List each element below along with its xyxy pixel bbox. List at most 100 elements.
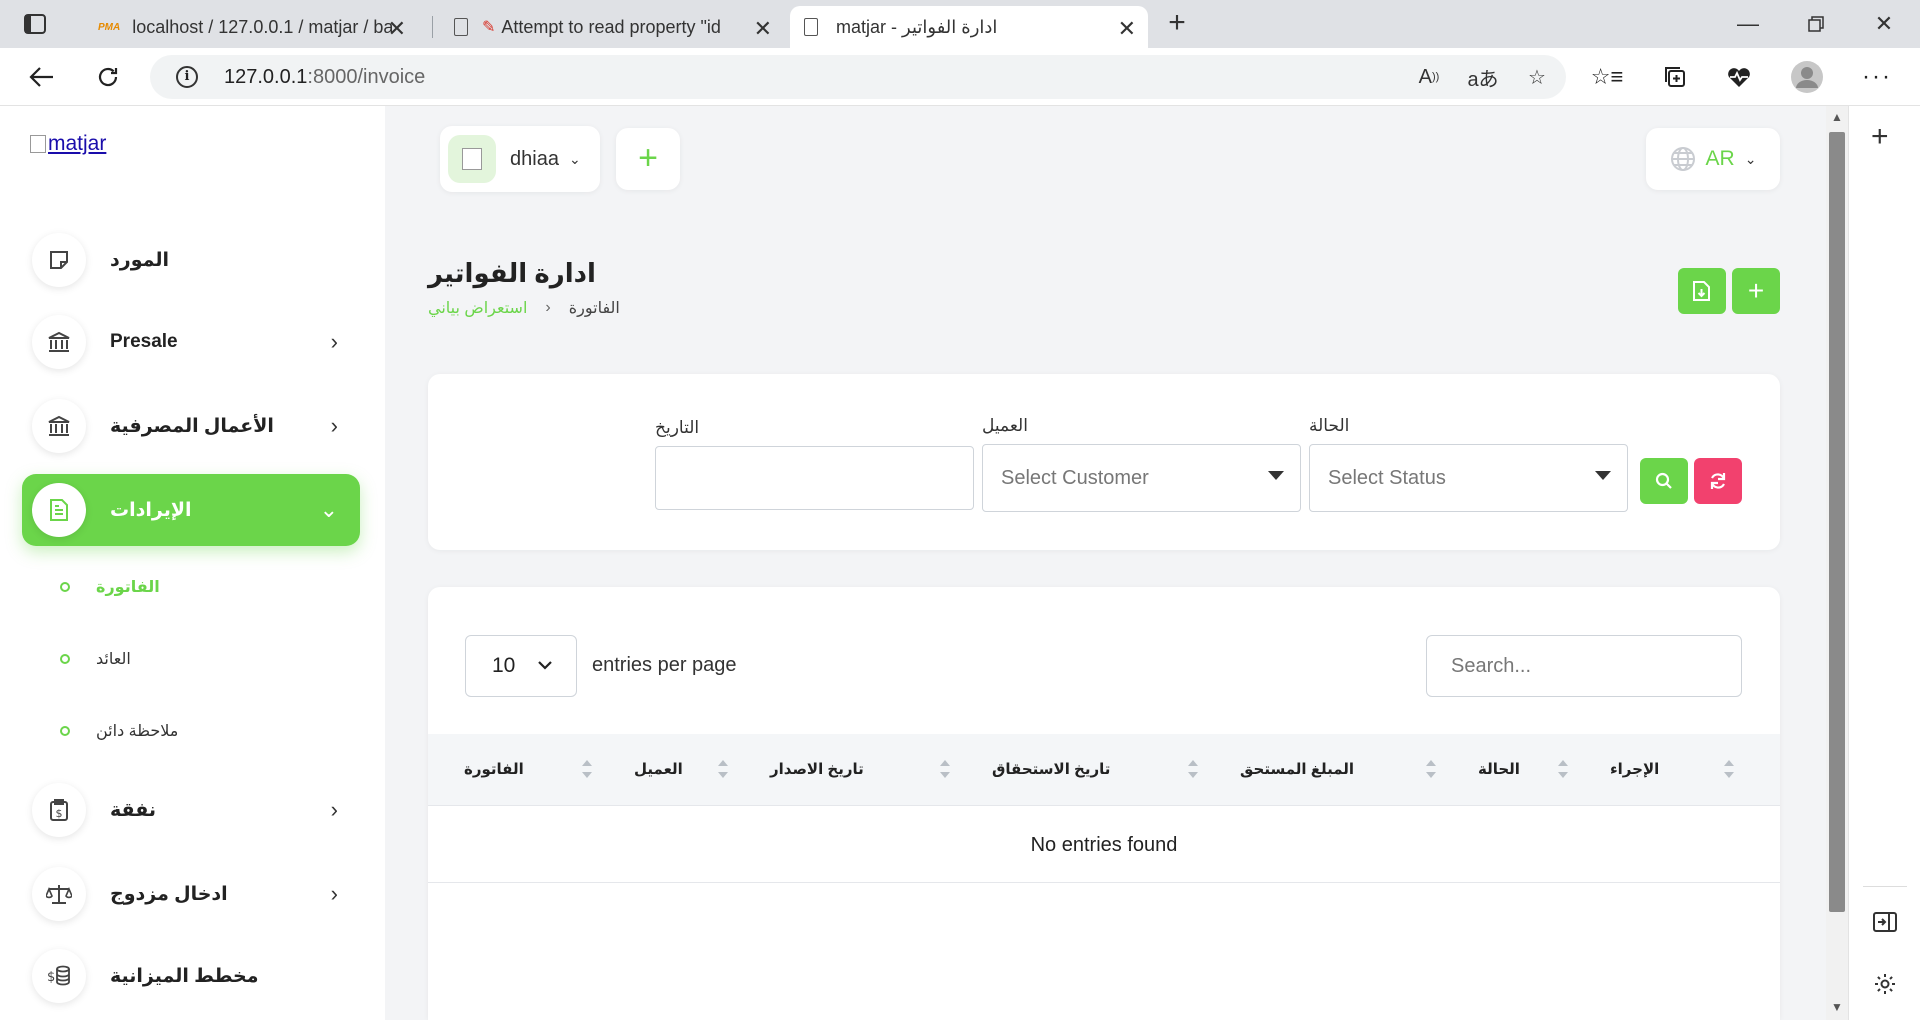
table-search-input[interactable]: Search... [1426, 635, 1742, 697]
sidebar-item-supplier[interactable]: المورد [22, 224, 360, 296]
sort-icon[interactable] [1558, 760, 1568, 782]
favorites-icon[interactable]: ☆≡ [1590, 60, 1624, 94]
chevron-right-icon: › [545, 299, 551, 316]
scroll-down-icon[interactable]: ▼ [1831, 1000, 1843, 1014]
sidebar-item-label: الإيرادات [110, 499, 192, 521]
sidebar-item-double-entry[interactable]: ادخال مزدوج › [22, 858, 360, 930]
status-select-value: Select Status [1328, 466, 1446, 489]
export-button[interactable] [1678, 268, 1726, 314]
column-header-status[interactable]: الحالة [1478, 760, 1520, 778]
translate-icon[interactable]: aあ [1466, 63, 1500, 91]
entries-value: 10 [492, 654, 516, 677]
column-header-amount-due[interactable]: المبلغ المستحق [1240, 760, 1354, 778]
status-select[interactable]: Select Status [1309, 444, 1628, 512]
sidebar-item-budget-plan[interactable]: $ مخطط الميزانية [22, 940, 360, 1012]
page-title: ادارة الفواتير [428, 258, 596, 288]
document-icon [32, 483, 86, 537]
chevron-down-icon: ⌄ [568, 150, 581, 167]
column-header-action[interactable]: الإجراء [1610, 760, 1659, 778]
bank-icon [32, 399, 86, 453]
sort-icon[interactable] [582, 760, 592, 782]
sort-icon[interactable] [940, 760, 950, 782]
avatar [448, 135, 496, 183]
quick-add-button[interactable]: + [616, 128, 680, 190]
language-selector[interactable]: AR ⌄ [1646, 128, 1780, 190]
globe-icon [1670, 147, 1695, 171]
browser-tab-error[interactable]: ✎ Attempt to read property "id ✕ [440, 6, 784, 48]
minimize-icon[interactable]: — [1718, 8, 1778, 40]
language-code: AR [1705, 147, 1735, 170]
reload-icon[interactable] [88, 58, 128, 96]
svg-text:$: $ [47, 970, 55, 985]
user-menu[interactable]: dhiaa ⌄ [440, 126, 600, 192]
sidebar-item-presale[interactable]: Presale › [22, 306, 360, 378]
date-filter-input[interactable] [655, 446, 974, 510]
search-icon [1655, 472, 1672, 489]
chevron-down-icon: ⌄ [319, 497, 338, 522]
chevron-down-icon: ⌄ [1744, 150, 1757, 167]
column-header-issue-date[interactable]: تاريخ الاصدار [770, 760, 864, 778]
column-header-invoice[interactable]: الفاتورة [464, 760, 524, 778]
tab-actions-icon[interactable] [18, 10, 52, 38]
new-tab-button[interactable]: + [1160, 8, 1194, 40]
address-bar[interactable]: i 127.0.0.1:8000/invoice A)) aあ ☆ [150, 55, 1566, 99]
sidebar-subitem-credit-note[interactable]: ملاحظة دائن [60, 716, 178, 746]
health-icon[interactable] [1722, 60, 1756, 94]
sidebar-subitem-return[interactable]: العائد [60, 644, 131, 674]
sidebar-item-label: المورد [110, 249, 169, 271]
sort-icon[interactable] [1426, 760, 1436, 782]
sidebar-item-expense[interactable]: $ نفقة › [22, 774, 360, 846]
search-button[interactable] [1640, 458, 1688, 504]
customer-select[interactable]: Select Customer [982, 444, 1301, 512]
logo[interactable]: matjar [30, 132, 106, 156]
sidebar-subitem-label: ملاحظة دائن [96, 723, 179, 740]
info-icon[interactable]: i [176, 66, 198, 88]
chevron-right-icon: › [330, 797, 338, 822]
collections-icon[interactable] [1658, 60, 1692, 94]
close-icon[interactable]: ✕ [754, 16, 772, 42]
breadcrumb-link-dashboard[interactable]: استعراض بياني [428, 298, 527, 318]
close-icon[interactable]: ✕ [388, 16, 406, 42]
table-empty-row: No entries found [428, 807, 1780, 883]
add-invoice-button[interactable]: + [1732, 268, 1780, 314]
sort-icon[interactable] [1724, 760, 1734, 782]
sidebar-subitem-invoice[interactable]: الفاتورة [60, 572, 160, 602]
entries-per-page-select[interactable]: 10 [465, 635, 577, 697]
close-window-icon[interactable]: ✕ [1854, 8, 1914, 40]
scroll-up-icon[interactable]: ▲ [1831, 110, 1843, 124]
sort-icon[interactable] [1188, 760, 1198, 782]
pma-icon: PMA [98, 21, 121, 33]
scrollbar-thumb[interactable] [1829, 132, 1845, 912]
browser-tab-active[interactable]: matjar - ادارة الفواتير ✕ [790, 6, 1148, 48]
add-panel-icon[interactable]: + [1871, 120, 1889, 154]
sidebar-item-label: ادخال مزدوج [110, 883, 228, 905]
read-aloud-icon[interactable]: A)) [1412, 63, 1446, 91]
favorite-add-icon[interactable]: ☆ [1520, 63, 1554, 91]
page-scrollbar[interactable]: ▲ ▼ [1826, 106, 1848, 1020]
more-icon[interactable]: ··· [1860, 60, 1894, 94]
browser-navbar: i 127.0.0.1:8000/invoice A)) aあ ☆ ☆≡ ··· [0, 48, 1920, 106]
exit-panel-icon[interactable] [1871, 908, 1899, 936]
browser-tab-phpmyadmin[interactable]: PMA localhost / 127.0.0.1 / matjar / ba … [84, 6, 418, 48]
divider [1863, 886, 1907, 887]
bullet-icon [60, 654, 70, 664]
search-placeholder: Search... [1451, 654, 1532, 677]
sort-icon[interactable] [718, 760, 728, 782]
settings-gear-icon[interactable] [1871, 970, 1899, 998]
user-name: dhiaa [510, 147, 559, 170]
sidebar-item-revenue[interactable]: الإيرادات ⌄ [22, 474, 360, 546]
close-icon[interactable]: ✕ [1118, 16, 1136, 42]
column-header-customer[interactable]: العميل [634, 760, 683, 778]
back-icon[interactable] [22, 58, 62, 96]
breadcrumb: استعراض بياني › الفاتورة [428, 298, 620, 318]
bullet-icon [60, 726, 70, 736]
restore-icon[interactable] [1786, 8, 1846, 40]
customer-select-value: Select Customer [1001, 466, 1149, 489]
reset-button[interactable] [1694, 458, 1742, 504]
sidebar-item-label: الأعمال المصرفية [110, 415, 274, 437]
profile-avatar-icon[interactable] [1790, 60, 1824, 94]
tab-title: localhost / 127.0.0.1 / matjar / ba [132, 16, 393, 37]
svg-text:$: $ [56, 807, 63, 820]
column-header-due-date[interactable]: تاريخ الاستحقاق [992, 760, 1110, 778]
sidebar-item-banking[interactable]: الأعمال المصرفية › [22, 390, 360, 462]
